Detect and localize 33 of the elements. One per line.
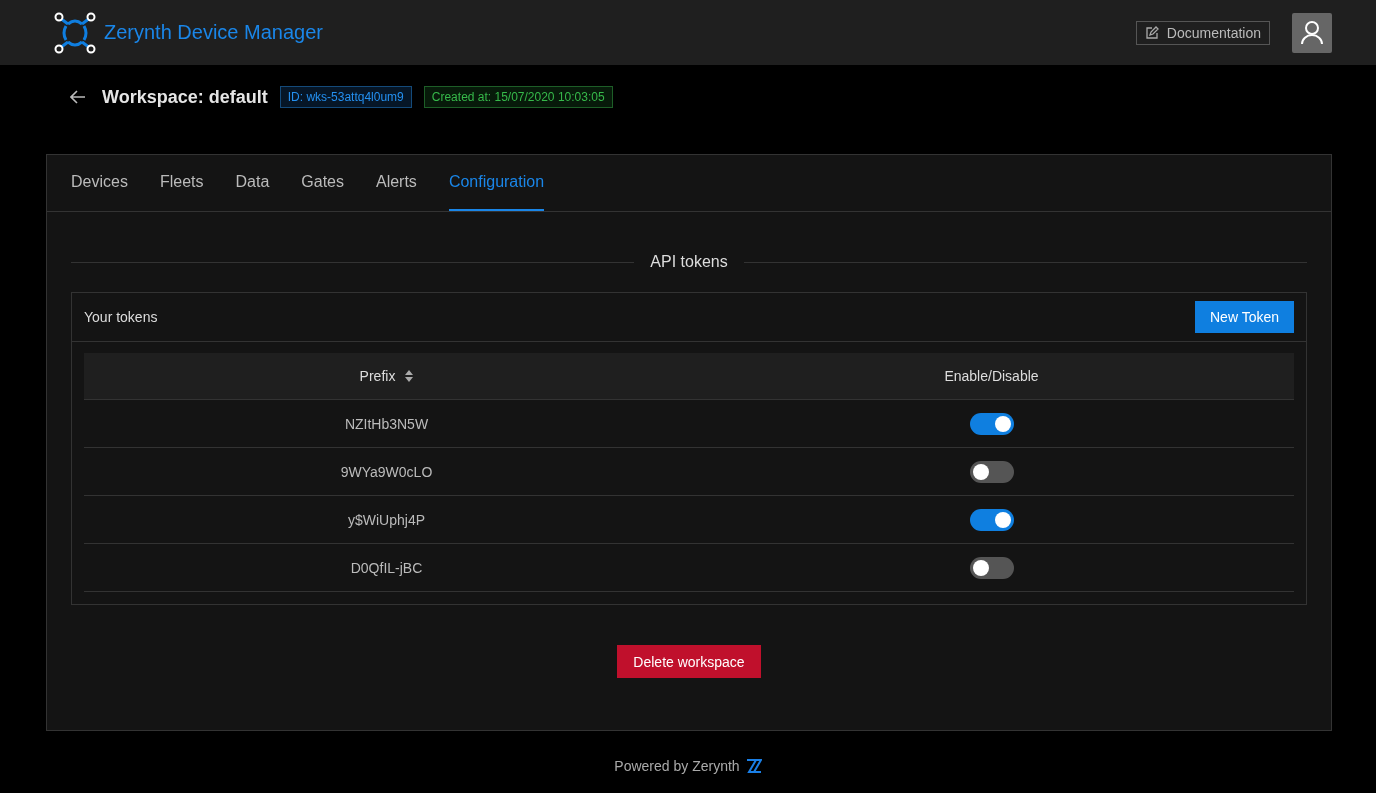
table-cell-text: y$WiUphj4P	[347, 510, 426, 530]
documentation-button[interactable]: Documentation	[1135, 20, 1270, 45]
tab[interactable]: Configuration	[448, 155, 545, 211]
table-cell-text: D0QfIL-jBC	[349, 558, 424, 578]
toggle-switch[interactable]	[969, 556, 1014, 579]
app-title: Zerynth Device Manager	[104, 21, 323, 44]
tab[interactable]: Data	[235, 155, 270, 211]
user-avatar-button[interactable]	[1292, 12, 1332, 53]
table-cell-text: 9WYa9W0cLO	[339, 462, 434, 482]
created-badge: Created at: 15/07/2020 10:03:05	[423, 86, 613, 108]
table-cell-text: NZItHb3N5W	[343, 414, 430, 434]
new-token-button[interactable]: New Token	[1195, 301, 1294, 333]
edit-icon	[1144, 25, 1159, 40]
column-header: Enable/Disable	[943, 367, 1040, 386]
id-badge: ID: wks-53attq4l0um9	[279, 86, 412, 108]
tab[interactable]: Fleets	[159, 155, 204, 211]
toggle-switch[interactable]	[969, 508, 1014, 531]
sort-icon	[405, 370, 414, 382]
tab[interactable]: Gates	[301, 155, 344, 211]
workspace-title: Workspace: default	[102, 86, 268, 108]
footer-text: Powered by Zerynth	[614, 758, 740, 774]
back-arrow-icon[interactable]	[70, 90, 86, 104]
toggle-switch[interactable]	[969, 460, 1014, 483]
user-icon	[1301, 20, 1323, 45]
panel-title: Your tokens	[84, 309, 158, 325]
column-header[interactable]: Prefix	[84, 353, 689, 399]
logo-icon	[745, 759, 762, 773]
logo-icon	[54, 11, 96, 54]
tab[interactable]: Devices	[71, 155, 128, 211]
toggle-switch[interactable]	[969, 412, 1014, 435]
tab[interactable]: Alerts	[375, 155, 417, 211]
delete-workspace-button[interactable]: Delete workspace	[617, 645, 761, 678]
section-title: API tokens	[650, 253, 728, 271]
